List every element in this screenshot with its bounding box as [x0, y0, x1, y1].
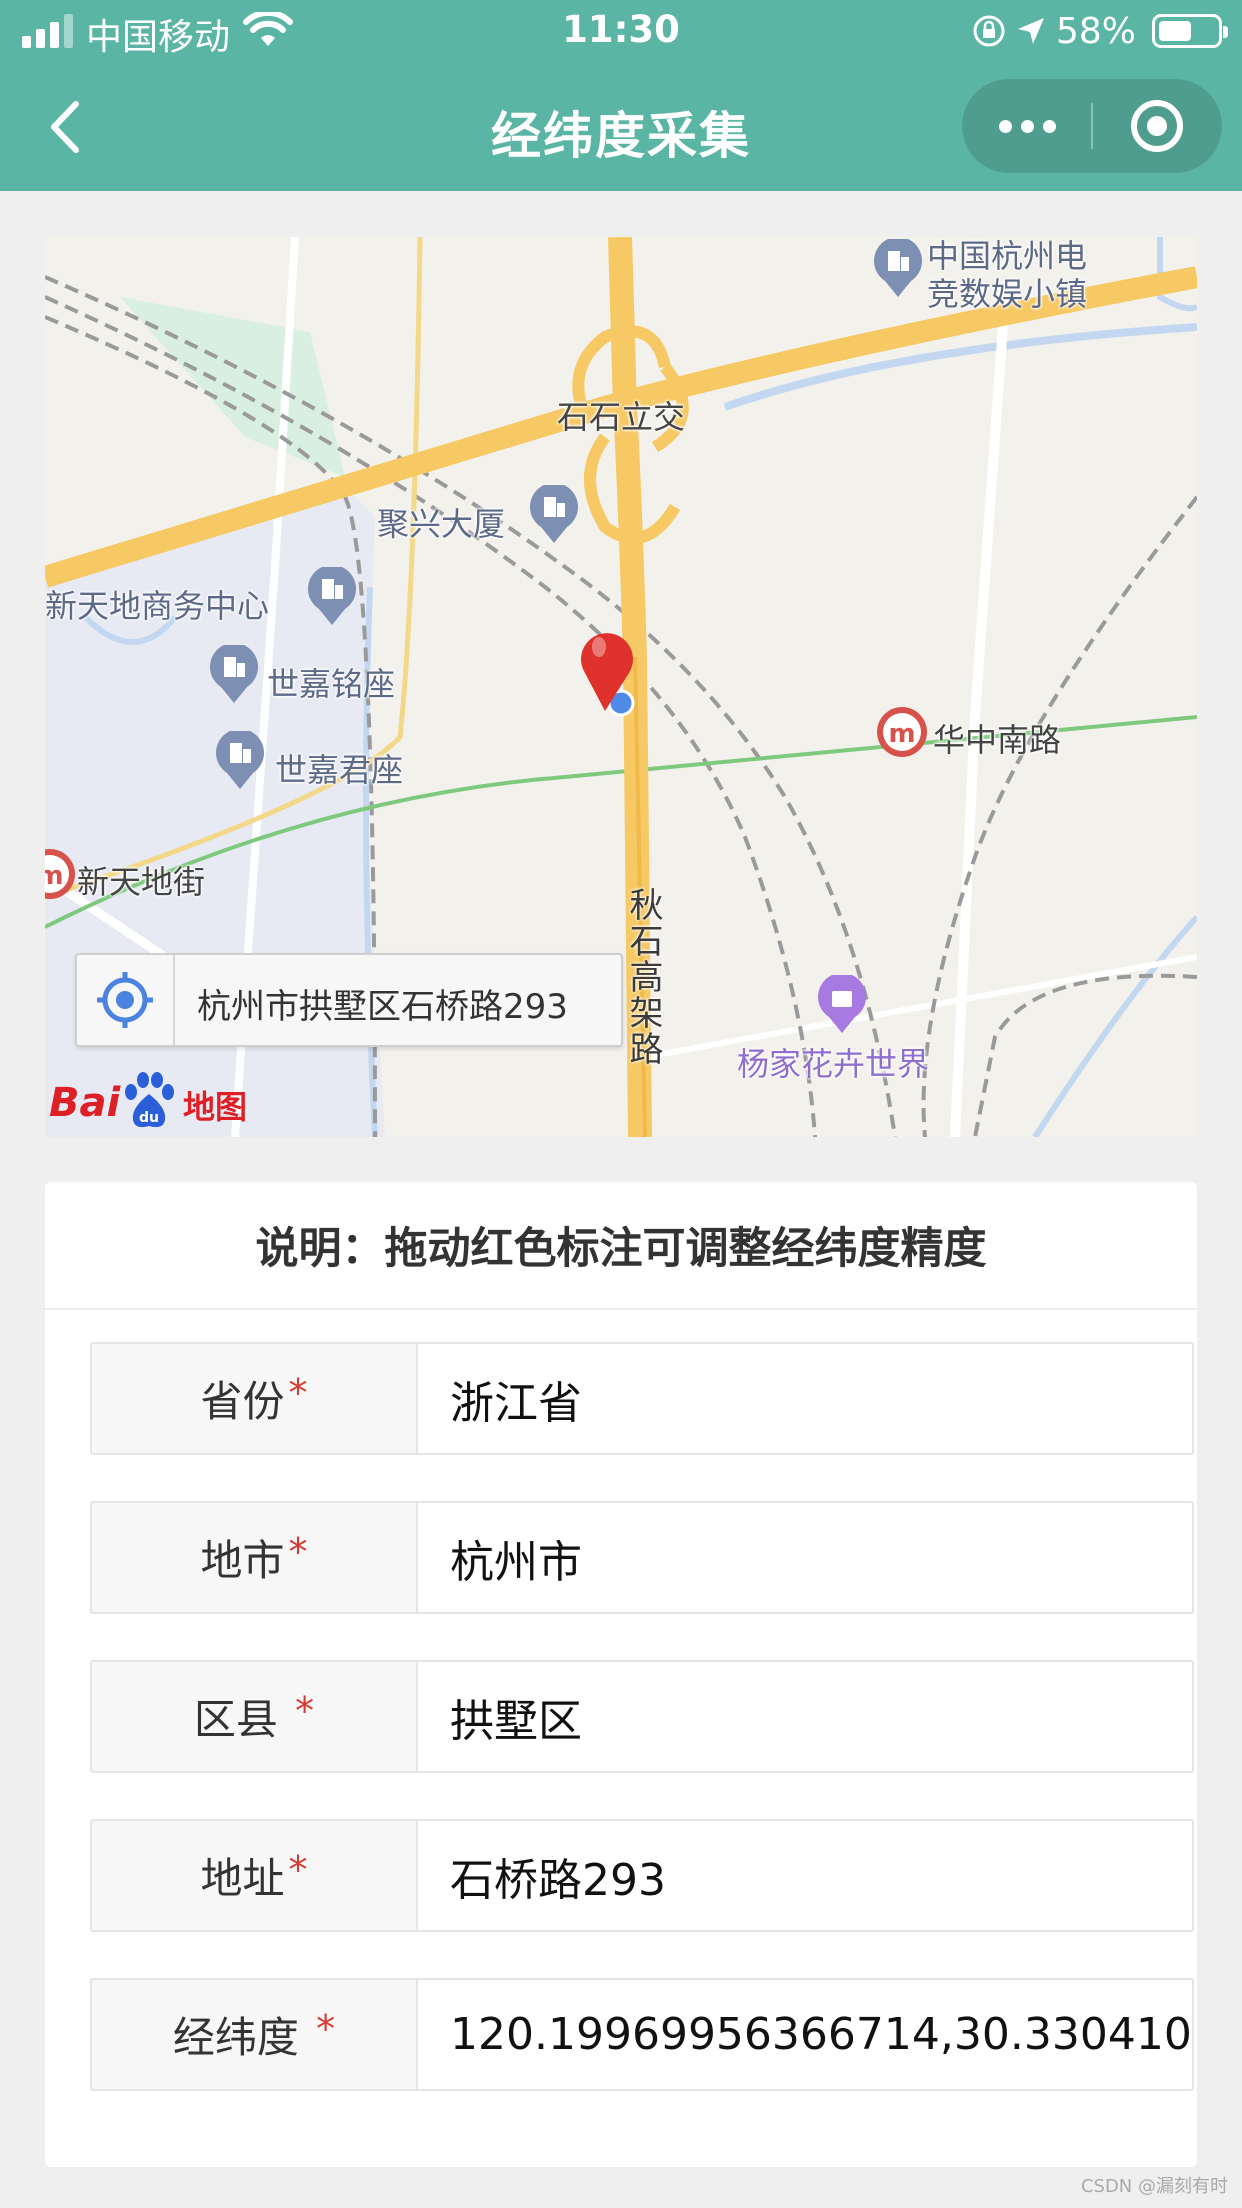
metro-station-icon: m: [877, 707, 927, 757]
current-address-box: 杭州市拱墅区石桥路293: [75, 953, 623, 1047]
locate-crosshair-icon: [97, 972, 153, 1028]
coordinates-input[interactable]: [418, 1980, 1192, 2089]
watermark: CSDN @漏刻有时: [1080, 2176, 1228, 2197]
field-label-text: 地市: [200, 1536, 285, 1585]
field-city: 地市 *: [90, 1501, 1194, 1614]
instruction-note: 说明：拖动红色标注可调整经纬度精度: [45, 1182, 1197, 1310]
field-label: 区县 *: [92, 1662, 418, 1771]
field-label: 经纬度 *: [92, 1980, 418, 2089]
map-label-xintiandi-center: 新天地商务中心: [45, 587, 270, 625]
baidu-paw-icon: du: [125, 1072, 174, 1128]
required-mark: *: [316, 2006, 336, 2051]
map-label-esports-town: 中国杭州电 竞数娱小镇: [927, 237, 1088, 313]
location-form-card: 说明：拖动红色标注可调整经纬度精度 省份* 地市* 区县 * 地址* 经纬度 *: [45, 1182, 1197, 2167]
field-address: 地址 *: [90, 1819, 1194, 1932]
svg-text:m: m: [45, 861, 64, 891]
battery-icon: [1152, 14, 1228, 48]
required-mark: *: [288, 1370, 308, 1415]
more-dot-icon: [1020, 119, 1034, 133]
baidu-logo-du: du: [139, 1110, 159, 1126]
current-address-text: 杭州市拱墅区石桥路293: [197, 987, 568, 1027]
more-dot-icon: [998, 119, 1012, 133]
required-mark: *: [288, 1847, 308, 1892]
battery-percent: 58%: [1055, 10, 1136, 52]
building-poi-icon: [530, 485, 578, 543]
district-input[interactable]: [418, 1662, 1192, 1771]
baidu-logo-text: Bai: [49, 1080, 121, 1126]
field-label: 省份 *: [92, 1344, 418, 1453]
baidu-logo-map: 地图: [183, 1088, 248, 1126]
field-district: 区县 *: [90, 1660, 1194, 1773]
field-label-text: 经纬度: [172, 2013, 313, 2062]
more-button[interactable]: [962, 79, 1092, 173]
battery-fill: [1159, 21, 1191, 41]
rotation-lock-icon: [973, 15, 1005, 47]
address-input[interactable]: [418, 1821, 1192, 1930]
nav-bar: 经纬度采集: [0, 62, 1242, 191]
draggable-location-pin[interactable]: [575, 625, 645, 725]
map-label-shijia-mingzuo: 世嘉铭座: [267, 665, 396, 703]
map-label-xintiandi-street: 新天地街: [77, 863, 206, 901]
field-label: 地市 *: [92, 1503, 418, 1612]
svg-text:m: m: [888, 719, 915, 749]
baidu-map-logo: Bai du 地图: [49, 1060, 269, 1130]
map-label-flower-world: 杨家花卉世界: [737, 1045, 930, 1083]
field-label-text: 省份: [200, 1377, 285, 1426]
map-label-huazhong-road: 华中南路: [933, 721, 1062, 759]
field-label-text: 区县: [193, 1695, 292, 1744]
header-bar: 中国移动 11:30 58% 经纬度采集: [0, 0, 1242, 191]
close-mini-program-button[interactable]: [1092, 79, 1222, 173]
field-label: 地址 *: [92, 1821, 418, 1930]
target-icon: [1131, 100, 1183, 152]
required-mark: *: [288, 1529, 308, 1574]
map-label-expressway: 秋石高架路: [623, 887, 663, 1067]
building-poi-icon: [874, 239, 922, 297]
building-poi-icon: [308, 567, 356, 625]
field-coordinates: 经纬度 *: [90, 1978, 1194, 2091]
status-bar: 中国移动 11:30 58%: [0, 0, 1242, 62]
status-right: 58%: [972, 8, 1228, 54]
city-input[interactable]: [418, 1503, 1192, 1612]
shopping-poi-icon: [818, 975, 866, 1033]
building-poi-icon: [210, 645, 258, 703]
mini-program-capsule: [962, 79, 1222, 173]
more-dot-icon: [1042, 119, 1056, 133]
map-label-shijia-junzuo: 世嘉君座: [275, 751, 404, 789]
required-mark: *: [295, 1688, 315, 1733]
map-label-interchange: 石石立交: [557, 398, 686, 436]
province-input[interactable]: [418, 1344, 1192, 1453]
building-poi-icon: [216, 731, 264, 789]
field-province: 省份 *: [90, 1342, 1194, 1455]
map-label-juxing-building: 聚兴大厦: [377, 505, 506, 543]
map-view[interactable]: m m 中国杭州电 竞数娱小镇 石石立交 聚兴大厦 新天地商务中心 世嘉铭座 华…: [45, 237, 1197, 1137]
metro-station-icon: m: [45, 849, 75, 899]
field-label-text: 地址: [200, 1854, 285, 1903]
location-arrow-icon: [1017, 18, 1044, 44]
relocate-button[interactable]: [77, 955, 175, 1045]
